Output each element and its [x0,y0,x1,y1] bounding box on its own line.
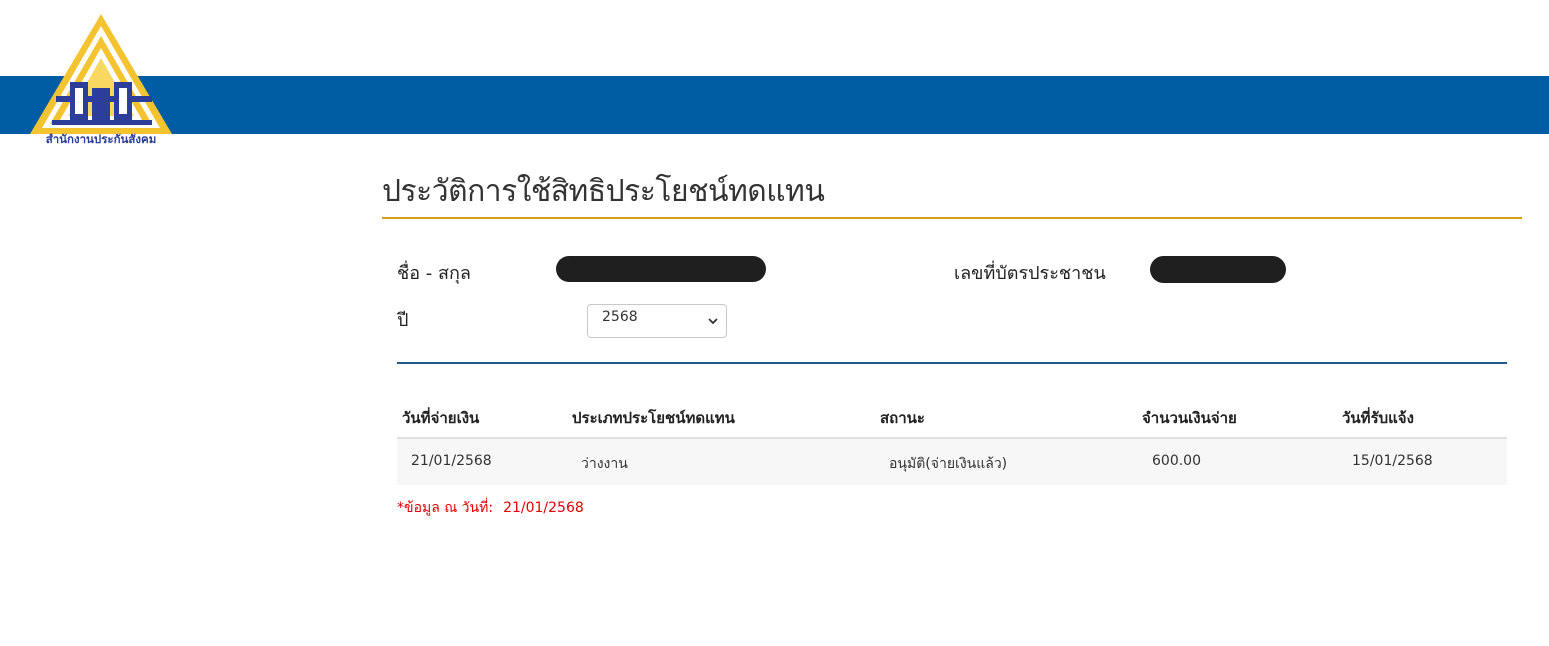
cell-status: อนุมัติ(จ่ายเงินแล้ว) [889,456,1008,472]
year-select[interactable]: 2568 [587,304,727,338]
id-card-label: เลขที่บัตรประชาชน [954,263,1106,284]
column-header-benefit-type: ประเภทประโยชน์ทดแทน [572,409,735,427]
sso-logo[interactable]: สำนักงานประกันสังคม [26,12,176,147]
id-card-value-redacted [1150,256,1286,283]
sso-logo-icon [30,14,172,134]
chevron-down-icon [708,318,718,325]
column-header-notify-date: วันที่รับแจ้ง [1342,409,1414,427]
benefit-history-table: วันที่จ่ายเงิน ประเภทประโยชน์ทดแทน สถานะ… [397,393,1507,485]
column-header-amount: จำนวนเงินจ่าย [1142,409,1237,427]
note-label: *ข้อมูล ณ วันที่: [397,500,494,516]
cell-benefit-type: ว่างงาน [581,456,628,472]
section-divider [397,362,1507,364]
logo-text: สำนักงานประกันสังคม [45,132,157,146]
page-title: ประวัติการใช้สิทธิประโยชน์ทดแทน [382,174,825,209]
name-value-redacted [556,256,766,282]
table-row: 21/01/2568 ว่างงาน อนุมัติ(จ่ายเงินแล้ว)… [397,439,1507,485]
cell-amount: 600.00 [1152,453,1201,469]
title-divider [382,217,1522,219]
table-header: วันที่จ่ายเงิน ประเภทประโยชน์ทดแทน สถานะ… [397,393,1507,439]
data-as-of-note: *ข้อมูล ณ วันที่: 21/01/2568 [397,497,584,519]
year-select-value: 2568 [602,309,638,325]
header-bar [0,76,1549,134]
note-date: 21/01/2568 [503,500,584,516]
year-label: ปี [397,310,409,331]
column-header-payment-date: วันที่จ่ายเงิน [402,409,480,427]
column-header-status: สถานะ [880,409,925,427]
cell-payment-date: 21/01/2568 [411,453,492,469]
cell-notify-date: 15/01/2568 [1352,453,1433,469]
name-label: ชื่อ - สกุล [397,263,471,284]
